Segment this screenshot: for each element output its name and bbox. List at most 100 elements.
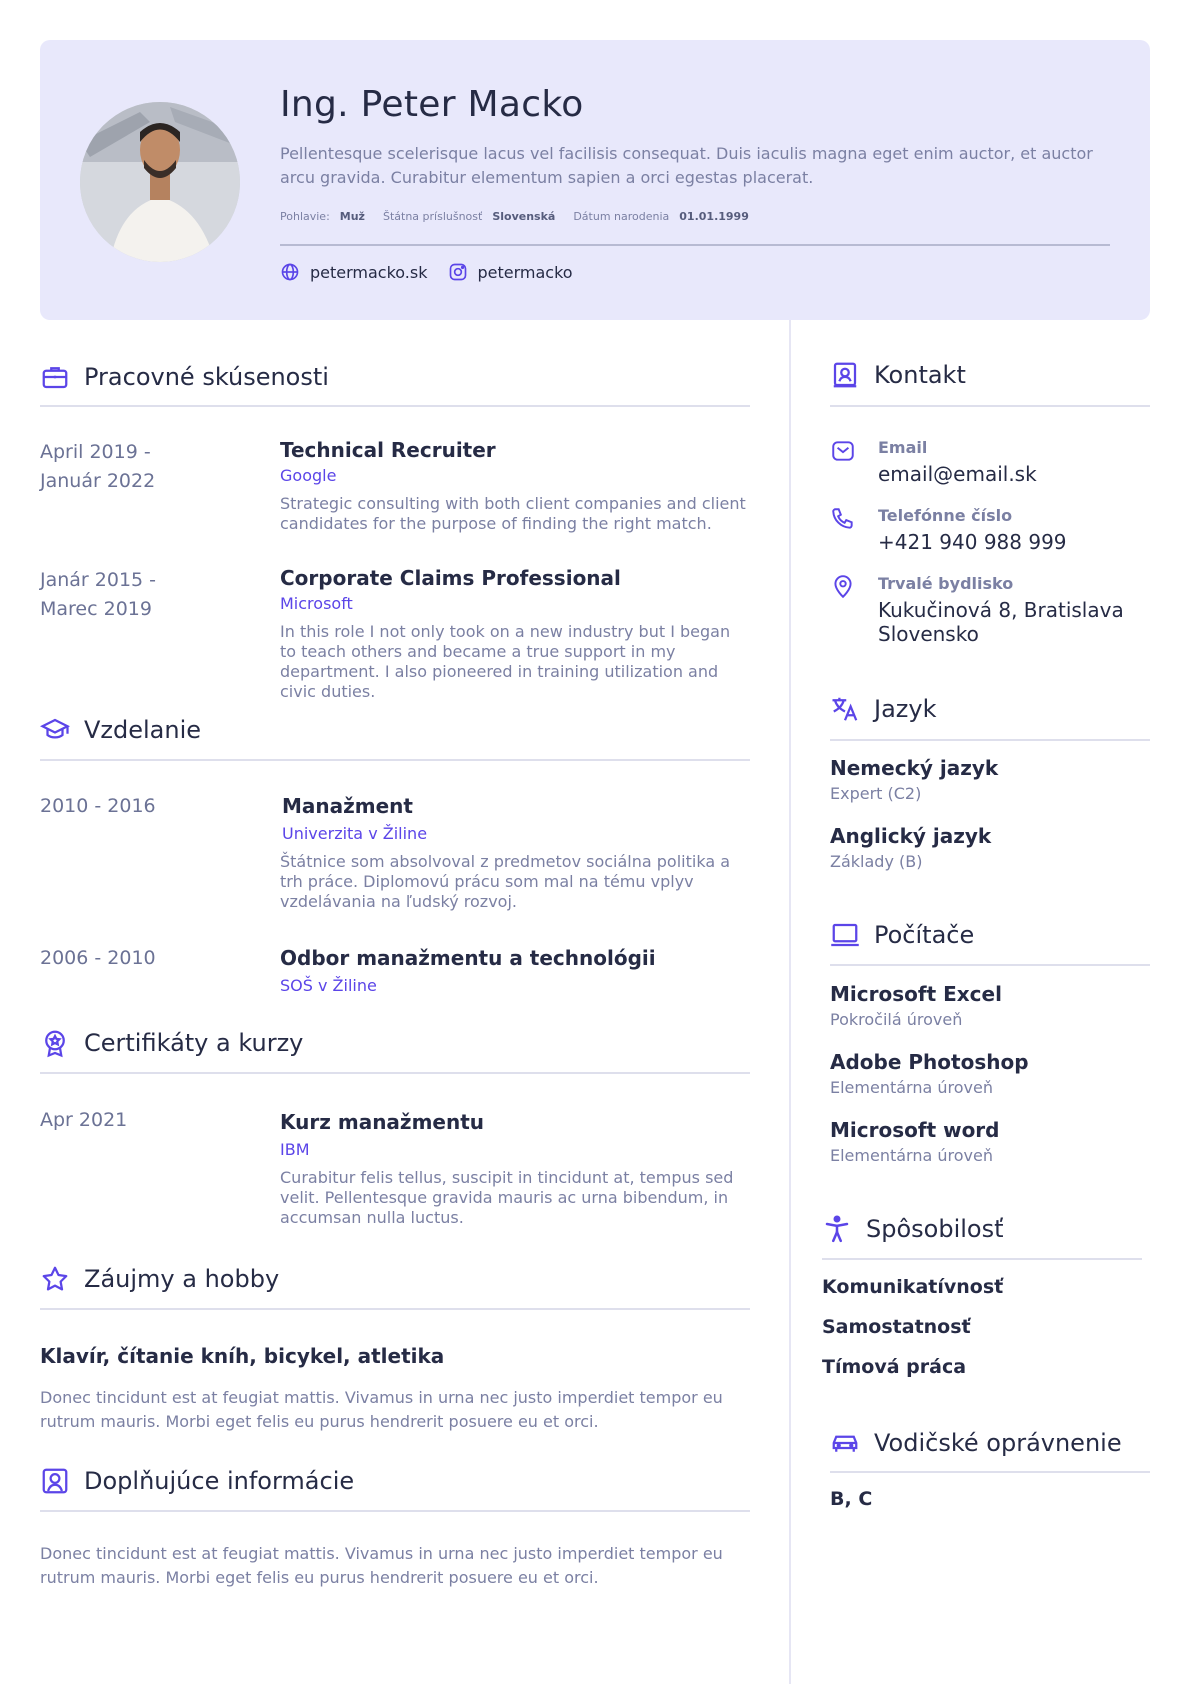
section-title: Vzdelanie [84,716,202,744]
birthdate-field: Dátum narodenia 01.01.1999 [573,210,749,223]
gender-label: Pohlavie: [280,210,330,223]
phone-icon [832,508,853,529]
instagram-icon [449,263,466,281]
computer-skill-level: Pokročilá úroveň [830,1010,963,1029]
entry-date: April 2019 - Január 2022 [40,438,155,496]
ability-item: Tímová práca [822,1356,967,1378]
entry-title: Manažment [282,794,413,818]
birthdate-value: 01.01.1999 [679,210,749,223]
mail-icon [832,441,854,461]
additional-text: Donec tincidunt est at feugiat mattis. V… [40,1544,723,1587]
section-title: Pracovné skúsenosti [84,363,329,391]
hobbies-text: Donec tincidunt est at feugiat mattis. V… [40,1388,723,1431]
instagram-link[interactable]: petermacko [448,262,573,282]
section-title: Jazyk [874,695,937,723]
entry-date: 2006 - 2010 [40,947,156,969]
avatar-photo [80,102,240,262]
entry-org: IBM [280,1140,310,1159]
website-text: petermacko.sk [310,262,428,282]
section-driving-header: Vodičské oprávnenie [830,1428,1122,1458]
map-pin-icon [834,575,852,599]
award-icon [45,1030,65,1058]
contact-card-icon [833,362,857,388]
address-value: Kukučinová 8, Bratislava Slovensko [878,598,1124,646]
nationality-label: Štátna príslušnosť [382,210,483,223]
section-languages-header: Jazyk [830,694,936,724]
laptop-icon [831,923,859,947]
entry-date: Janár 2015 - Marec 2019 [40,566,156,624]
entry-org: SOŠ v Žiline [280,976,377,995]
graduation-cap-icon [40,718,70,739]
section-hobbies-header: Záujmy a hobby [40,1264,279,1294]
section-contact-header: Kontakt [830,360,966,390]
language-level: Expert (C2) [830,784,922,803]
section-rule [830,964,1150,966]
section-experience-header: Pracovné skúsenosti [40,362,329,392]
language-level: Základy (B) [830,852,923,871]
entry-org: Microsoft [280,594,353,613]
nationality-value: Slovenská [492,210,556,223]
ability-item: Samostatnosť [822,1316,971,1338]
section-rule [830,739,1150,741]
section-rule [822,1258,1142,1260]
computer-skill-name: Adobe Photoshop [830,1050,1029,1074]
section-additional-header: Doplňujúce informácie [40,1466,354,1496]
ability-item: Komunikatívnosť [822,1276,1004,1298]
entry-date: Apr 2021 [40,1109,128,1131]
computer-skill-name: Microsoft word [830,1118,1000,1142]
entry-title: Technical Recruiter [280,438,496,462]
birthdate-label: Dátum narodenia [573,210,670,223]
language-name: Nemecký jazyk [830,756,999,780]
entry-title: Kurz manažmentu [280,1110,485,1134]
avatar [80,102,240,262]
entry-title: Corporate Claims Professional [280,566,621,590]
section-title: Počítače [874,921,975,949]
phone-label: Telefónne číslo [878,506,1013,525]
section-rule [40,1072,750,1074]
section-title: Vodičské oprávnenie [874,1429,1122,1457]
translate-icon [832,697,858,721]
section-rule [40,1308,750,1310]
personal-info: Pohlavie: Muž Štátna príslušnosť Slovenská… [280,210,749,223]
globe-icon [281,263,299,281]
driving-license-value: B, C [830,1488,873,1510]
column-divider [789,320,791,1684]
nationality-field: Štátna príslušnosť Slovenská [383,210,555,223]
section-title: Spôsobilosť [866,1215,1004,1243]
section-title: Záujmy a hobby [84,1265,280,1293]
section-rule [830,1471,1150,1473]
section-title: Kontakt [874,361,966,389]
section-education-header: Vzdelanie [40,715,201,745]
section-rule [40,405,750,407]
entry-date-text: April 2019 - Január 2022 [40,441,156,492]
briefcase-icon [42,367,68,389]
website-link[interactable]: petermacko.sk [280,262,428,282]
entry-org: Univerzita v Žiline [282,824,428,843]
entry-date-text: Janár 2015 - Marec 2019 [40,569,157,620]
header-summary: Pellentesque scelerisque lacus vel facil… [280,144,1093,187]
entry-desc: Štátnice som absolvoval z predmetov soci… [280,852,731,911]
section-rule [830,405,1150,407]
star-icon [42,1266,68,1291]
section-rule [40,759,750,761]
car-icon [832,1435,858,1452]
section-rule [40,1510,750,1512]
phone-value[interactable]: +421 940 988 999 [878,530,1067,554]
computer-skill-name: Microsoft Excel [830,982,1002,1006]
email-value[interactable]: email@email.sk [878,462,1037,486]
gender-value: Muž [339,210,365,223]
section-abilities-header: Spôsobilosť [822,1214,1004,1244]
gender-field: Pohlavie: Muž [280,210,365,223]
user-square-icon [42,1468,68,1494]
language-name: Anglický jazyk [830,824,992,848]
section-title: Doplňujúce informácie [84,1467,355,1495]
social-links: petermacko.sk petermacko [280,262,573,282]
hobbies-headline: Klavír, čítanie kníh, bicykel, atletika [40,1344,445,1368]
section-computers-header: Počítače [830,920,974,950]
address-label: Trvalé bydlisko [878,574,1014,593]
header-card: Ing. Peter Macko Pellentesque scelerisqu… [40,40,1150,320]
header-divider [280,244,1110,246]
entry-desc: Strategic consulting with both client co… [280,494,746,533]
candidate-name: Ing. Peter Macko [280,84,584,125]
accessibility-icon [825,1215,849,1243]
